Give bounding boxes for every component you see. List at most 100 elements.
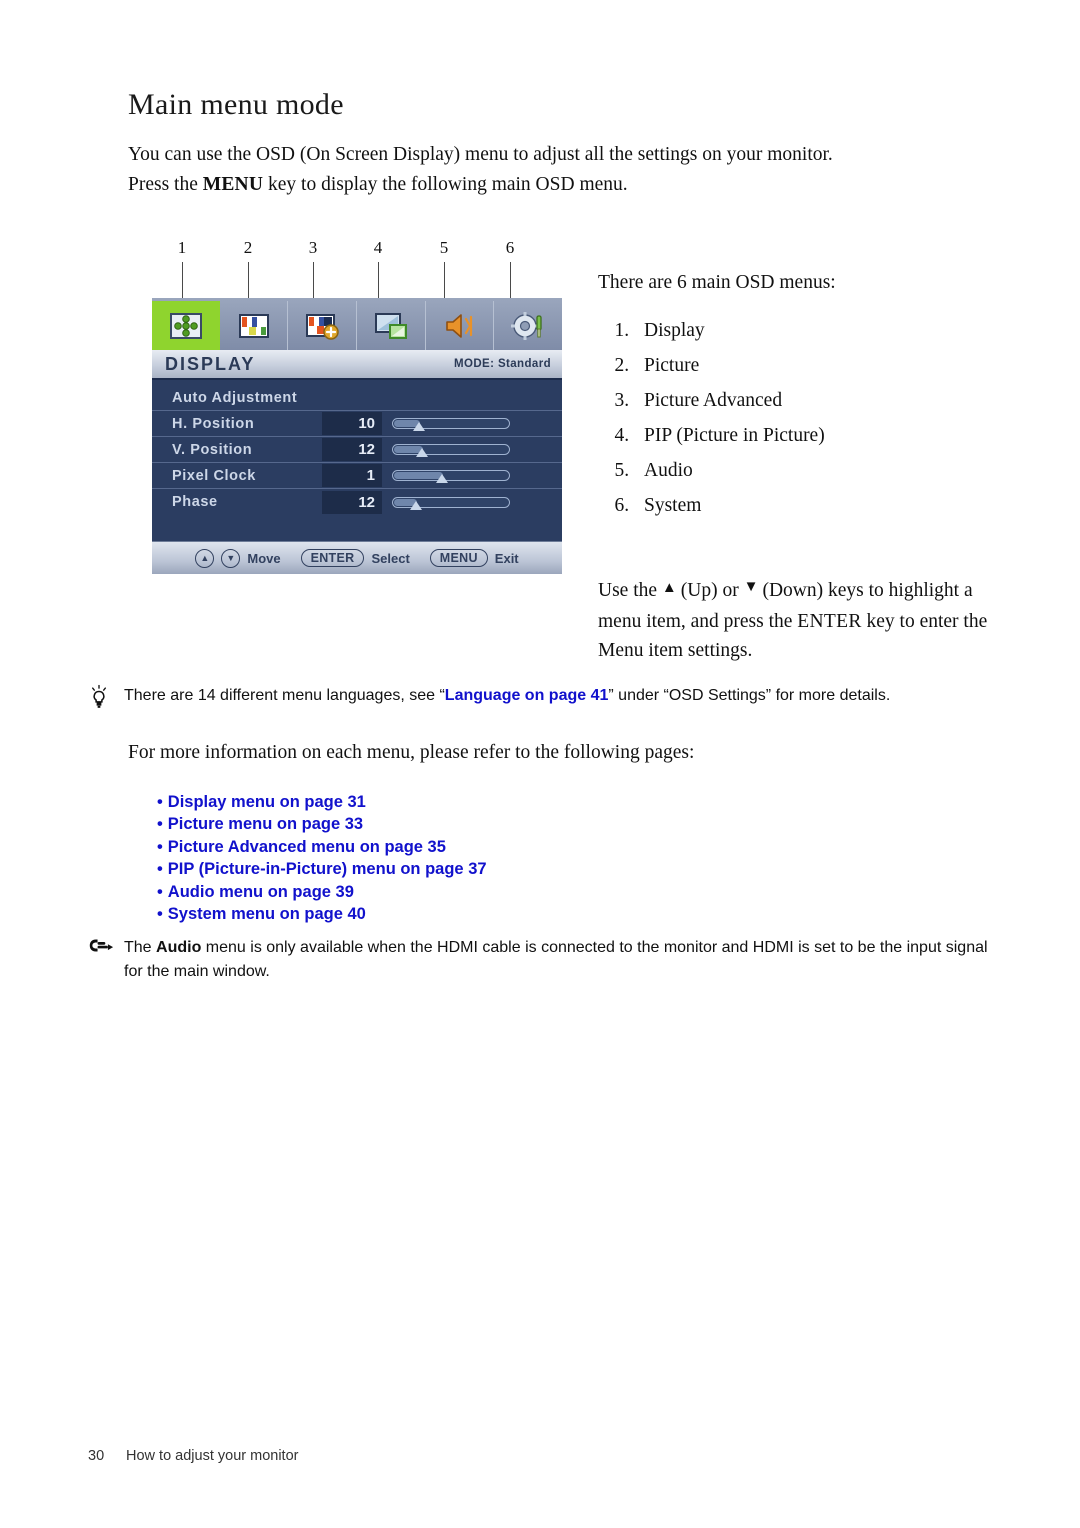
link-list-item[interactable]: • Picture Advanced menu on page 35 <box>157 836 487 858</box>
use-keys-paragraph: Use the ▲ (Up) or ▼ (Down) keys to highl… <box>598 576 1008 665</box>
picture-icon <box>235 310 273 342</box>
link-list-item[interactable]: • PIP (Picture-in-Picture) menu on page 3… <box>157 858 487 880</box>
exit-label: Exit <box>494 550 519 566</box>
related-pages-list: • Display menu on page 31 • Picture menu o… <box>157 791 487 925</box>
intro-paragraph: You can use the OSD (On Screen Display) … <box>128 140 988 200</box>
enter-key-label: ENTER <box>797 611 862 632</box>
note-language-a: There are 14 different menu languages, s… <box>124 687 445 704</box>
osd-item-label: Pixel Clock <box>172 467 256 484</box>
callout-number-1: 1 <box>177 238 187 257</box>
intro-line-2-suffix: key to display the following main OSD me… <box>263 174 628 195</box>
list-item: System <box>634 491 998 521</box>
link-label[interactable]: Display menu on page 31 <box>168 793 366 811</box>
link-list-item[interactable]: • Display menu on page 31 <box>157 791 487 813</box>
osd-row-v-position[interactable]: V. Position 12 <box>152 437 562 463</box>
audio-menu-bold: Audio <box>156 939 202 956</box>
footer-section-label: How to adjust your monitor <box>126 1448 299 1464</box>
link-label[interactable]: Picture menu on page 33 <box>168 815 363 833</box>
bullet-icon: • <box>157 860 163 879</box>
link-list-item[interactable]: • Picture menu on page 33 <box>157 813 487 835</box>
display-icon <box>167 310 205 342</box>
enter-key-button[interactable]: ENTER <box>300 549 365 567</box>
callout-number-3: 3 <box>308 238 318 257</box>
osd-tab-audio[interactable] <box>426 301 495 350</box>
osd-tab-picture[interactable] <box>220 301 289 350</box>
osd-row-pixel-clock[interactable]: Pixel Clock 1 <box>152 463 562 489</box>
lightbulb-icon <box>88 684 122 710</box>
osd-item-label: Phase <box>172 494 218 510</box>
osd-item-slider[interactable] <box>392 418 510 431</box>
link-label[interactable]: System menu on page 40 <box>168 905 366 923</box>
page-title: Main menu mode <box>128 88 344 121</box>
list-item: Picture <box>634 351 998 381</box>
osd-tab-display[interactable] <box>152 301 220 350</box>
osd-help-bar: ▲ ▼ Move ENTER Select MENU Exit <box>152 541 562 574</box>
link-label[interactable]: PIP (Picture-in-Picture) menu on page 37 <box>168 860 487 878</box>
document-page: Main menu mode You can use the OSD (On S… <box>0 0 1080 1528</box>
osd-tab-pip[interactable] <box>357 301 426 350</box>
down-key-icon[interactable]: ▼ <box>221 548 241 568</box>
osd-item-value: 12 <box>322 438 382 461</box>
use-keys-b: (Up) or <box>675 580 744 601</box>
bullet-icon: • <box>157 905 163 924</box>
osd-menu-items: Auto Adjustment H. Position 10 V. Positi… <box>152 380 562 541</box>
select-label: Select <box>371 550 410 566</box>
list-item: PIP (Picture in Picture) <box>634 421 998 451</box>
bullet-icon: • <box>157 815 163 834</box>
audio-speaker-icon <box>441 310 479 342</box>
callout-number-4: 4 <box>373 238 383 257</box>
osd-item-value: 1 <box>322 464 382 487</box>
language-page-link[interactable]: Language on page 41 <box>445 687 609 704</box>
pip-icon <box>372 310 410 342</box>
page-number: 30 <box>88 1448 105 1464</box>
note-language-b: ” under “OSD Settings” for more details. <box>608 687 891 704</box>
osd-tab-bar <box>152 298 562 350</box>
callout-number-2: 2 <box>243 238 253 257</box>
note-language: There are 14 different menu languages, s… <box>88 684 988 708</box>
osd-item-value: 10 <box>322 412 382 435</box>
intro-line-2-prefix: Press the <box>128 174 203 195</box>
osd-menus-ordered-list: Display Picture Picture Advanced PIP (Pi… <box>598 316 998 521</box>
list-item: Picture Advanced <box>634 386 998 416</box>
note-audio-b: menu is only available when the HDMI cab… <box>124 939 988 980</box>
osd-row-h-position[interactable]: H. Position 10 <box>152 411 562 437</box>
link-label[interactable]: Picture Advanced menu on page 35 <box>168 838 446 856</box>
osd-mode-label: MODE: Standard <box>454 358 551 370</box>
move-label: Move <box>247 550 281 566</box>
up-key-icon[interactable]: ▲ <box>195 548 215 568</box>
osd-tab-system[interactable] <box>494 301 562 350</box>
link-list-item[interactable]: • System menu on page 40 <box>157 903 487 925</box>
use-keys-a: Use the <box>598 580 662 601</box>
callout-number-6: 6 <box>505 238 515 257</box>
note-audio-text: The Audio menu is only available when th… <box>124 936 988 984</box>
osd-item-slider[interactable] <box>392 496 510 510</box>
osd-tab-picture-advanced[interactable] <box>288 301 358 350</box>
system-gear-icon <box>509 310 547 342</box>
osd-item-slider[interactable] <box>392 444 510 457</box>
callout-numbers: 1 2 3 4 5 6 <box>152 238 562 316</box>
osd-item-value <box>322 386 382 409</box>
menu-key-label: MENU <box>202 174 264 195</box>
list-item: Display <box>634 316 998 346</box>
note-audio-hdmi: The Audio menu is only available when th… <box>88 936 988 984</box>
bullet-icon: • <box>157 882 163 901</box>
osd-menus-list-block: There are 6 main OSD menus: Display Pict… <box>598 268 998 526</box>
osd-item-slider[interactable] <box>392 470 510 483</box>
osd-item-value: 12 <box>322 490 382 514</box>
osd-row-auto-adjustment[interactable]: Auto Adjustment <box>152 385 562 411</box>
note-audio-a: The <box>124 939 157 956</box>
osd-item-label: Auto Adjustment <box>172 389 298 406</box>
menus-lead-text: There are 6 main OSD menus: <box>598 272 836 293</box>
osd-menu-title: DISPLAY <box>165 353 256 374</box>
pointing-hand-icon <box>88 936 122 955</box>
list-item: Audio <box>634 456 998 486</box>
link-label[interactable]: Audio menu on page 39 <box>168 883 354 901</box>
note-language-text: There are 14 different menu languages, s… <box>124 684 988 708</box>
osd-menu-panel: DISPLAY MODE: Standard Auto Adjustment H… <box>152 298 562 574</box>
picture-advanced-icon <box>303 310 341 342</box>
page-footer: 30 How to adjust your monitor <box>88 1448 298 1464</box>
menu-key-button[interactable]: MENU <box>429 549 488 567</box>
for-more-info-text: For more information on each menu, pleas… <box>128 742 695 763</box>
link-list-item[interactable]: • Audio menu on page 39 <box>157 881 487 903</box>
osd-row-phase[interactable]: Phase 12 <box>152 489 562 515</box>
